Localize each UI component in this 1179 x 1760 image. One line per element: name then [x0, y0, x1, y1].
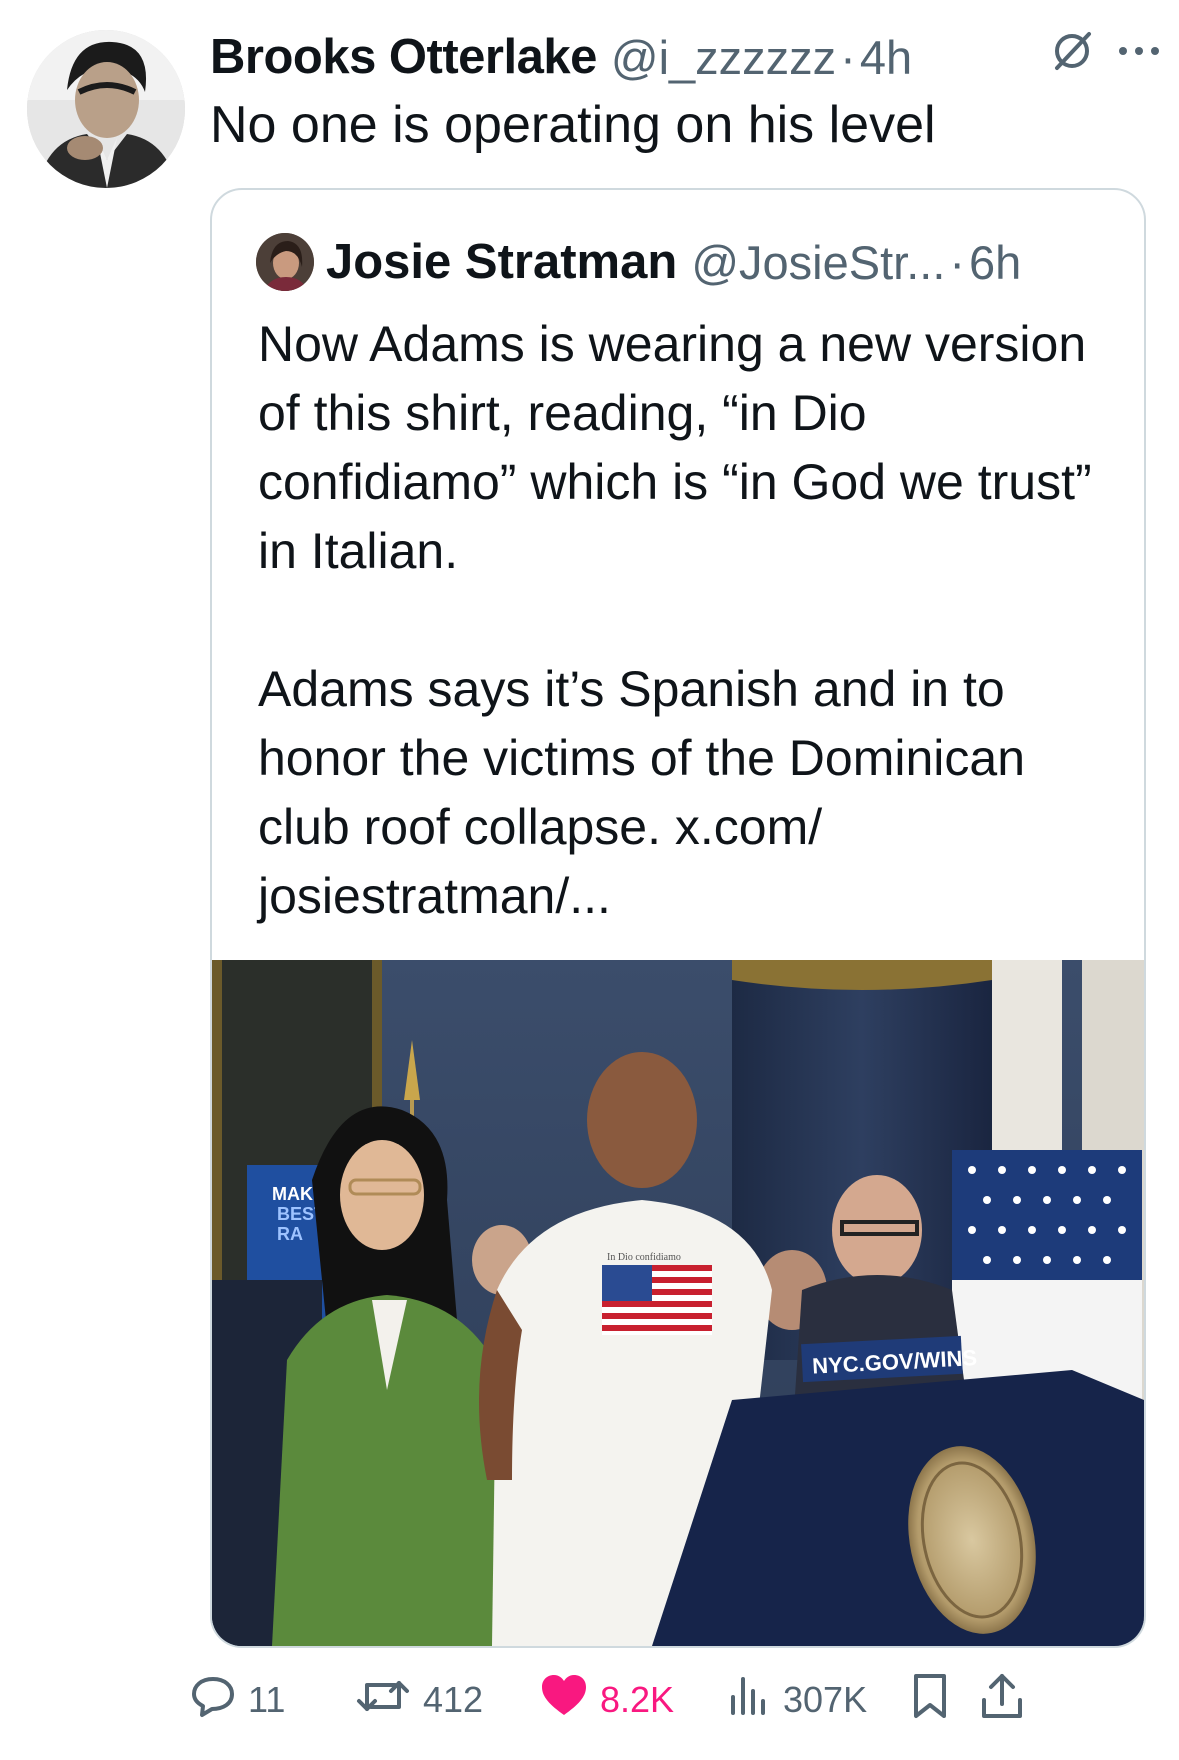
- quoted-paragraph-1: Now Adams is wearing a new version of th…: [258, 316, 1092, 579]
- author-handle[interactable]: @i_zzzzzz: [611, 30, 836, 85]
- svg-text:RA: RA: [277, 1224, 303, 1244]
- quoted-author-name[interactable]: Josie Stratman: [326, 234, 677, 290]
- views-icon: [725, 1673, 771, 1728]
- heart-icon: [540, 1673, 588, 1728]
- bookmark-icon: [910, 1672, 950, 1729]
- repost-icon: [355, 1673, 411, 1728]
- like-count: 8.2K: [600, 1679, 675, 1720]
- quoted-post[interactable]: Josie Stratman @JosieStr... · 6h Now Ada…: [210, 188, 1146, 1648]
- quoted-post-text: Now Adams is wearing a new version of th…: [258, 310, 1118, 931]
- bookmark-button[interactable]: [910, 1665, 950, 1735]
- quoted-post-photo[interactable]: MAKIN BEST RA In Dio confidiamo NYC.GOV/…: [212, 960, 1144, 1646]
- quoted-post-time[interactable]: 6h: [969, 235, 1021, 290]
- share-icon: [980, 1672, 1024, 1729]
- header-actions: [1049, 28, 1161, 79]
- press-conference-photo: MAKIN BEST RA In Dio confidiamo NYC.GOV/…: [212, 960, 1144, 1646]
- tweet: Brooks Otterlake @i_zzzzzz · 4h No one i…: [0, 0, 1179, 1760]
- post-text: No one is operating on his level: [210, 96, 936, 154]
- quoted-author-avatar[interactable]: [256, 233, 314, 291]
- quoted-author-handle[interactable]: @JosieStr...: [691, 235, 945, 290]
- reply-icon: [190, 1673, 236, 1728]
- author-name[interactable]: Brooks Otterlake: [210, 29, 597, 85]
- reply-count: 11: [248, 1679, 286, 1720]
- post-time[interactable]: 4h: [860, 30, 912, 85]
- author-avatar-image: [27, 30, 185, 188]
- like-button[interactable]: 8.2K: [540, 1665, 674, 1735]
- views-count: 307K: [783, 1679, 868, 1720]
- more-icon[interactable]: [1117, 41, 1161, 66]
- quoted-post-header: Josie Stratman @JosieStr... · 6h: [256, 230, 1021, 294]
- header-separator: ·: [840, 30, 856, 84]
- reply-button[interactable]: 11: [190, 1665, 285, 1735]
- quoted-header-separator: ·: [949, 235, 966, 289]
- shirt-text: In Dio confidiamo: [607, 1252, 681, 1263]
- views-button[interactable]: 307K: [725, 1665, 867, 1735]
- grok-icon[interactable]: [1049, 28, 1095, 79]
- action-bar: 11 412 8.2K 307K: [192, 1665, 1150, 1735]
- share-button[interactable]: [980, 1665, 1024, 1735]
- repost-button[interactable]: 412: [355, 1665, 483, 1735]
- repost-count: 412: [423, 1679, 484, 1720]
- author-avatar[interactable]: [27, 30, 185, 188]
- quoted-paragraph-2[interactable]: Adams says it’s Spanish and in to honor …: [258, 655, 1118, 931]
- post-header: Brooks Otterlake @i_zzzzzz · 4h: [210, 22, 912, 92]
